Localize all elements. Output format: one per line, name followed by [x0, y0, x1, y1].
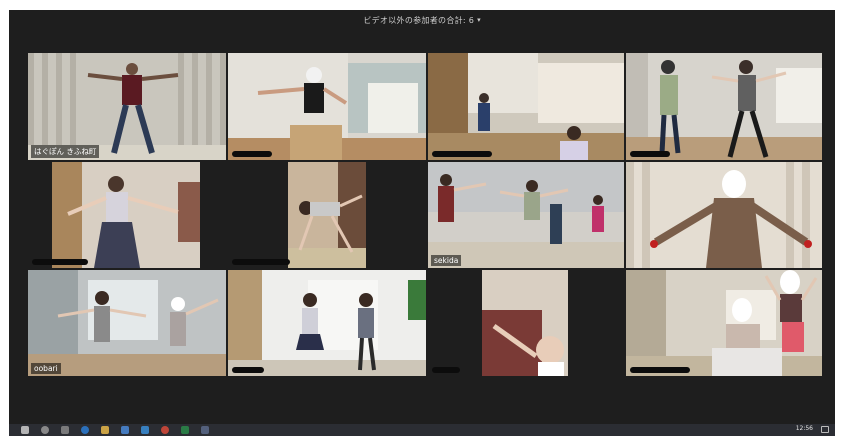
- participant-video: [626, 270, 822, 376]
- participant-video: [28, 270, 226, 376]
- gallery-header[interactable]: ビデオ以外の参加者の合計: 6 ▾: [9, 10, 835, 30]
- video-tile-4[interactable]: [626, 53, 822, 160]
- video-tile-2[interactable]: [228, 53, 426, 160]
- taskbar-clock[interactable]: 12:56: [796, 425, 813, 432]
- video-tile-7[interactable]: sekida: [428, 162, 624, 268]
- zoom-icon[interactable]: [201, 426, 209, 434]
- zoom-gallery-window: ビデオ以外の参加者の合計: 6 ▾ はぐぽん きふね町 sekida oobar…: [9, 10, 835, 424]
- redacted-name: [432, 367, 460, 373]
- chrome-icon[interactable]: [161, 426, 169, 434]
- taskview-icon[interactable]: [61, 426, 69, 434]
- participant-name: sekida: [431, 255, 462, 266]
- redacted-name: [32, 259, 88, 265]
- participant-video: [288, 162, 366, 268]
- participant-name: はぐぽん きふね町: [31, 145, 100, 158]
- search-icon[interactable]: [41, 426, 49, 434]
- participant-video: [228, 270, 426, 376]
- participant-video: [52, 162, 200, 268]
- excel-icon[interactable]: [181, 426, 189, 434]
- video-tile-11[interactable]: [428, 270, 624, 376]
- chevron-down-icon[interactable]: ▾: [477, 16, 481, 24]
- mail-icon[interactable]: [141, 426, 149, 434]
- participant-video: [626, 162, 822, 268]
- windows-taskbar: 12:56: [9, 424, 835, 436]
- redacted-name: [630, 367, 690, 373]
- notification-icon[interactable]: [821, 426, 829, 433]
- video-tile-9[interactable]: oobari: [28, 270, 226, 376]
- video-tile-5[interactable]: [28, 162, 226, 268]
- redacted-name: [232, 367, 264, 373]
- video-tile-3[interactable]: [428, 53, 624, 160]
- participant-name: oobari: [31, 363, 61, 374]
- participant-video: [428, 53, 624, 160]
- video-tile-8[interactable]: [626, 162, 822, 268]
- participant-video: [428, 162, 624, 268]
- store-icon[interactable]: [121, 426, 129, 434]
- non-video-participants-count[interactable]: ビデオ以外の参加者の合計: 6: [363, 15, 474, 26]
- edge-icon[interactable]: [81, 426, 89, 434]
- participant-video: [28, 53, 226, 160]
- participant-video: [626, 53, 822, 160]
- video-tile-1[interactable]: はぐぽん きふね町: [28, 53, 226, 160]
- participant-video: [482, 270, 568, 376]
- participant-video: [228, 53, 426, 160]
- video-tile-10[interactable]: [228, 270, 426, 376]
- video-tile-12[interactable]: [626, 270, 822, 376]
- redacted-name: [630, 151, 670, 157]
- start-icon[interactable]: [21, 426, 29, 434]
- explorer-icon[interactable]: [101, 426, 109, 434]
- redacted-name: [432, 151, 492, 157]
- redacted-name: [232, 151, 272, 157]
- redacted-name: [232, 259, 290, 265]
- video-tile-6[interactable]: [228, 162, 426, 268]
